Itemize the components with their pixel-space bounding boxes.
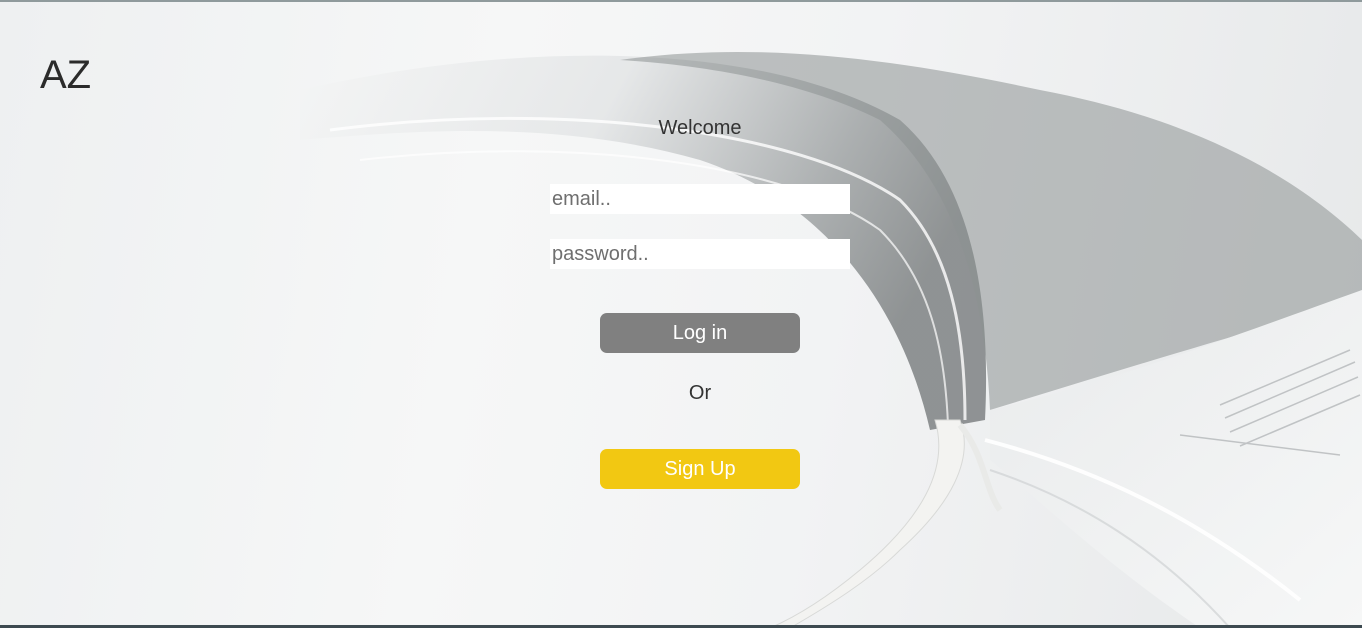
or-separator: Or [688, 382, 712, 404]
welcome-heading: Welcome [658, 117, 742, 139]
login-button[interactable]: Log in [600, 313, 800, 353]
brand-logo: AZ [40, 53, 92, 97]
email-field[interactable] [550, 184, 850, 214]
signup-button[interactable]: Sign Up [600, 449, 800, 489]
login-page: AZ Welcome Log in Or Sign Up [0, 0, 1362, 628]
password-field[interactable] [550, 239, 850, 269]
